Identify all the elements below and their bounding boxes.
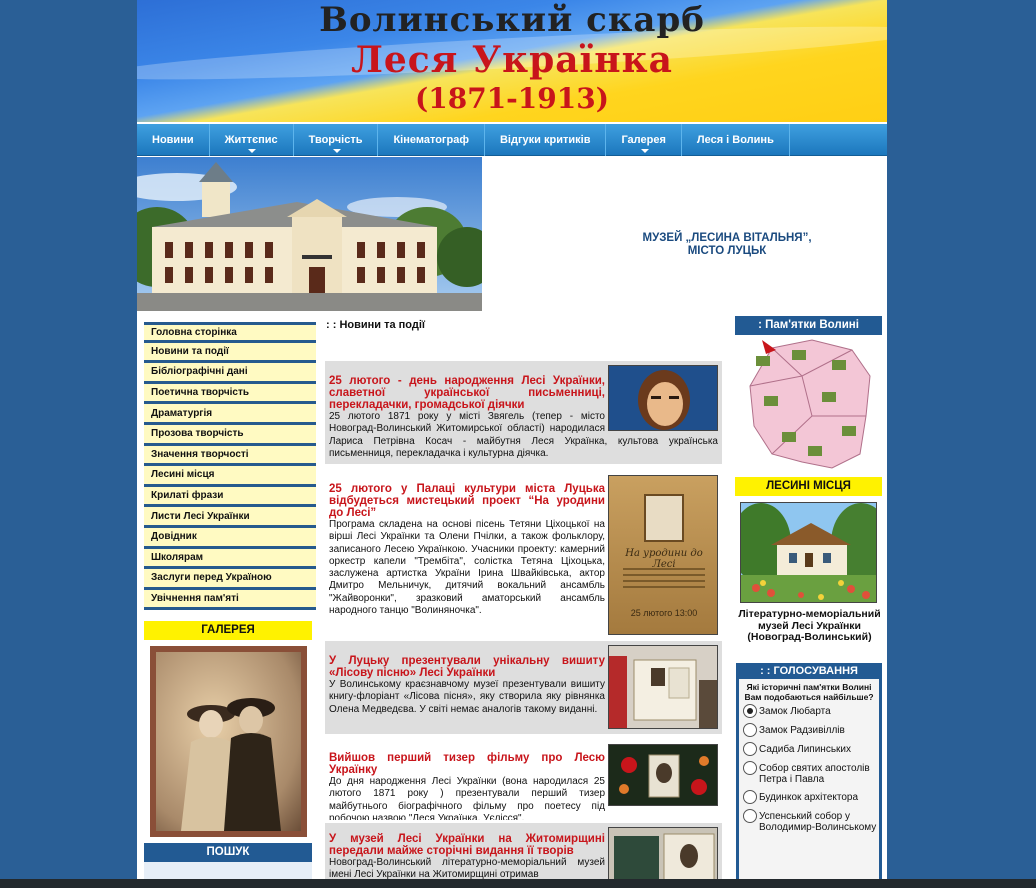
embroidered-book-image bbox=[609, 646, 717, 728]
poll-option[interactable]: Садиба Липинських bbox=[739, 742, 879, 756]
sidebar-menu-item[interactable]: Поетична творчість bbox=[144, 383, 316, 405]
poll-option-label: Успенський собор у Володимир-Волинському bbox=[759, 811, 877, 833]
poll-options: Замок Любарта Замок Радзивіллів Садиба Лип… bbox=[739, 704, 879, 833]
nav-item[interactable]: Леся і Волинь bbox=[682, 124, 790, 156]
poll-question: Які історичні пам'ятки Волині Вам подоба… bbox=[744, 682, 874, 702]
sidebar-menu-item[interactable]: Крилаті фрази bbox=[144, 486, 316, 508]
lesya-portrait-image bbox=[609, 366, 717, 430]
news-item[interactable]: У Луцьку презентували унікальну вишиту «… bbox=[325, 641, 722, 734]
nav-item[interactable]: Життєпис bbox=[210, 124, 294, 156]
search-heading: ПОШУК bbox=[144, 843, 312, 862]
poll-option[interactable]: Замок Любарта bbox=[739, 704, 879, 718]
poster-date: 25 лютого 13:00 bbox=[630, 608, 698, 618]
hero-caption: МУЗЕЙ „ЛЕСИНА ВІТАЛЬНЯ”, МІСТО ЛУЦЬК bbox=[617, 232, 837, 258]
main-nav: Новини Життєпис Творчість Кінематограф Відгу… bbox=[137, 124, 887, 156]
news-section-title: : : Новини та події bbox=[326, 319, 425, 331]
nav-item-label: Галерея bbox=[621, 134, 666, 146]
news-thumb-poster[interactable]: На уродини до Лесі 25 лютого 13:00 bbox=[608, 475, 718, 635]
site-banner[interactable]: Волинський скарб Леся Українка (1871-191… bbox=[137, 0, 887, 122]
poll-option-label: Будинкок архітектора bbox=[759, 792, 859, 803]
poster-portrait bbox=[644, 494, 684, 542]
poll-widget: : : ГОЛОСУВАННЯ Які історичні пам'ятки В… bbox=[736, 663, 882, 888]
sidebar-menu-item[interactable]: Значення творчості bbox=[144, 445, 316, 467]
banner-name: Леся Українка bbox=[351, 39, 673, 81]
hero-museum-photo bbox=[137, 157, 482, 311]
news-item[interactable]: Вийшов перший тизер фільму про Лесю Укра… bbox=[325, 740, 722, 820]
news-thumb-teaser[interactable] bbox=[608, 744, 718, 806]
memorial-museum-photo[interactable] bbox=[740, 502, 877, 603]
nav-item-label: Життєпис bbox=[224, 134, 278, 146]
poll-option-label: Собор святих апостолів Петра і Павла bbox=[759, 763, 870, 785]
poll-option-label: Замок Любарта bbox=[759, 706, 831, 717]
news-thumb-portrait[interactable] bbox=[608, 365, 718, 431]
hero-caption-line2: МІСТО ЛУЦЬК bbox=[687, 245, 767, 257]
sidebar-menu-item[interactable]: Драматургія bbox=[144, 404, 316, 425]
dropdown-arrow-icon bbox=[248, 149, 257, 153]
sidebar-menu-item[interactable]: Прозова творчість bbox=[144, 424, 316, 446]
news-item[interactable]: 25 лютого - день народження Лесі Українк… bbox=[325, 361, 722, 464]
sidebar-menu-item[interactable]: Бібліографічні дані bbox=[144, 363, 316, 384]
hero-caption-line1: МУЗЕЙ „ЛЕСИНА ВІТАЛЬНЯ”, bbox=[642, 232, 812, 244]
dropdown-arrow-icon bbox=[640, 149, 649, 153]
nav-item[interactable]: Кінематограф bbox=[378, 124, 485, 156]
poll-option-label: Садиба Липинських bbox=[759, 744, 851, 755]
banner-title: Волинський скарб bbox=[319, 0, 705, 40]
poll-heading: : : ГОЛОСУВАННЯ bbox=[736, 663, 882, 679]
news-thumb-embroidery[interactable] bbox=[608, 645, 718, 729]
memorial-house-image bbox=[741, 503, 876, 602]
poll-option-label: Замок Радзивіллів bbox=[759, 725, 845, 736]
nav-item[interactable]: Новини bbox=[137, 124, 210, 156]
gallery-photo-inner bbox=[156, 652, 301, 831]
banner-years: (1871-1913) bbox=[415, 82, 609, 115]
poster-text-lines bbox=[623, 564, 705, 600]
sidebar-menu-item[interactable]: Увічнення пам'яті bbox=[144, 589, 316, 611]
nav-item-label: Новини bbox=[152, 134, 194, 146]
museum-building-image bbox=[137, 157, 482, 311]
poll-option[interactable]: Будинкок архітектора bbox=[739, 790, 879, 804]
radio-button[interactable] bbox=[743, 723, 757, 737]
taskbar-strip bbox=[0, 879, 1036, 888]
radio-button[interactable] bbox=[743, 809, 757, 823]
vintage-portrait-image bbox=[181, 698, 281, 831]
gallery-photo[interactable] bbox=[150, 646, 307, 837]
sidebar-menu-item[interactable]: Листи Лесі Українки bbox=[144, 507, 316, 528]
volyn-map[interactable] bbox=[742, 336, 877, 472]
film-teaser-image bbox=[609, 745, 717, 805]
news-item[interactable]: На уродини до Лесі 25 лютого 13:00 25 лю… bbox=[325, 471, 722, 635]
sidebar-menu-item[interactable]: Школярам bbox=[144, 548, 316, 570]
poll-option[interactable]: Замок Радзивіллів bbox=[739, 723, 879, 737]
sidebar-menu-item[interactable]: Новини та події bbox=[144, 342, 316, 364]
nav-item[interactable]: Відгуки критиків bbox=[485, 124, 607, 156]
sidebar-menu-item[interactable]: Довідник bbox=[144, 527, 316, 549]
poll-option[interactable]: Успенський собор у Володимир-Волинському bbox=[739, 809, 879, 833]
lesin-places-caption[interactable]: Літературно-меморіальний музей Лесі Укра… bbox=[735, 608, 884, 644]
nav-item-label: Творчість bbox=[308, 134, 363, 146]
page-container: Волинський скарб Леся Українка (1871-191… bbox=[137, 0, 887, 888]
poll-option[interactable]: Собор святих апостолів Петра і Павла bbox=[739, 761, 879, 785]
sidebar-menu: Головна сторінка Новини та події Бібліогра… bbox=[144, 322, 316, 611]
sidebar-menu-item[interactable]: Лесині місця bbox=[144, 466, 316, 487]
monuments-heading: : Пам'ятки Волині bbox=[735, 316, 882, 335]
sidebar-menu-item[interactable]: Головна сторінка bbox=[144, 322, 316, 343]
nav-item-label: Відгуки критиків bbox=[499, 134, 591, 146]
lesin-places-heading: ЛЕСИНІ МІСЦЯ bbox=[735, 477, 882, 496]
radio-button[interactable] bbox=[743, 790, 757, 804]
radio-button[interactable] bbox=[743, 742, 757, 756]
nav-item-label: Кінематограф bbox=[393, 134, 469, 146]
gallery-heading: ГАЛЕРЕЯ bbox=[144, 621, 312, 640]
radio-button[interactable] bbox=[743, 761, 757, 775]
dropdown-arrow-icon bbox=[332, 149, 341, 153]
nav-item[interactable]: Галерея bbox=[606, 124, 682, 156]
volyn-map-image bbox=[749, 339, 871, 469]
nav-item[interactable]: Творчість bbox=[294, 124, 379, 156]
radio-button[interactable] bbox=[743, 704, 757, 718]
nav-item-label: Леся і Волинь bbox=[696, 134, 774, 146]
sidebar-menu-item[interactable]: Заслуги перед Україною bbox=[144, 569, 316, 590]
